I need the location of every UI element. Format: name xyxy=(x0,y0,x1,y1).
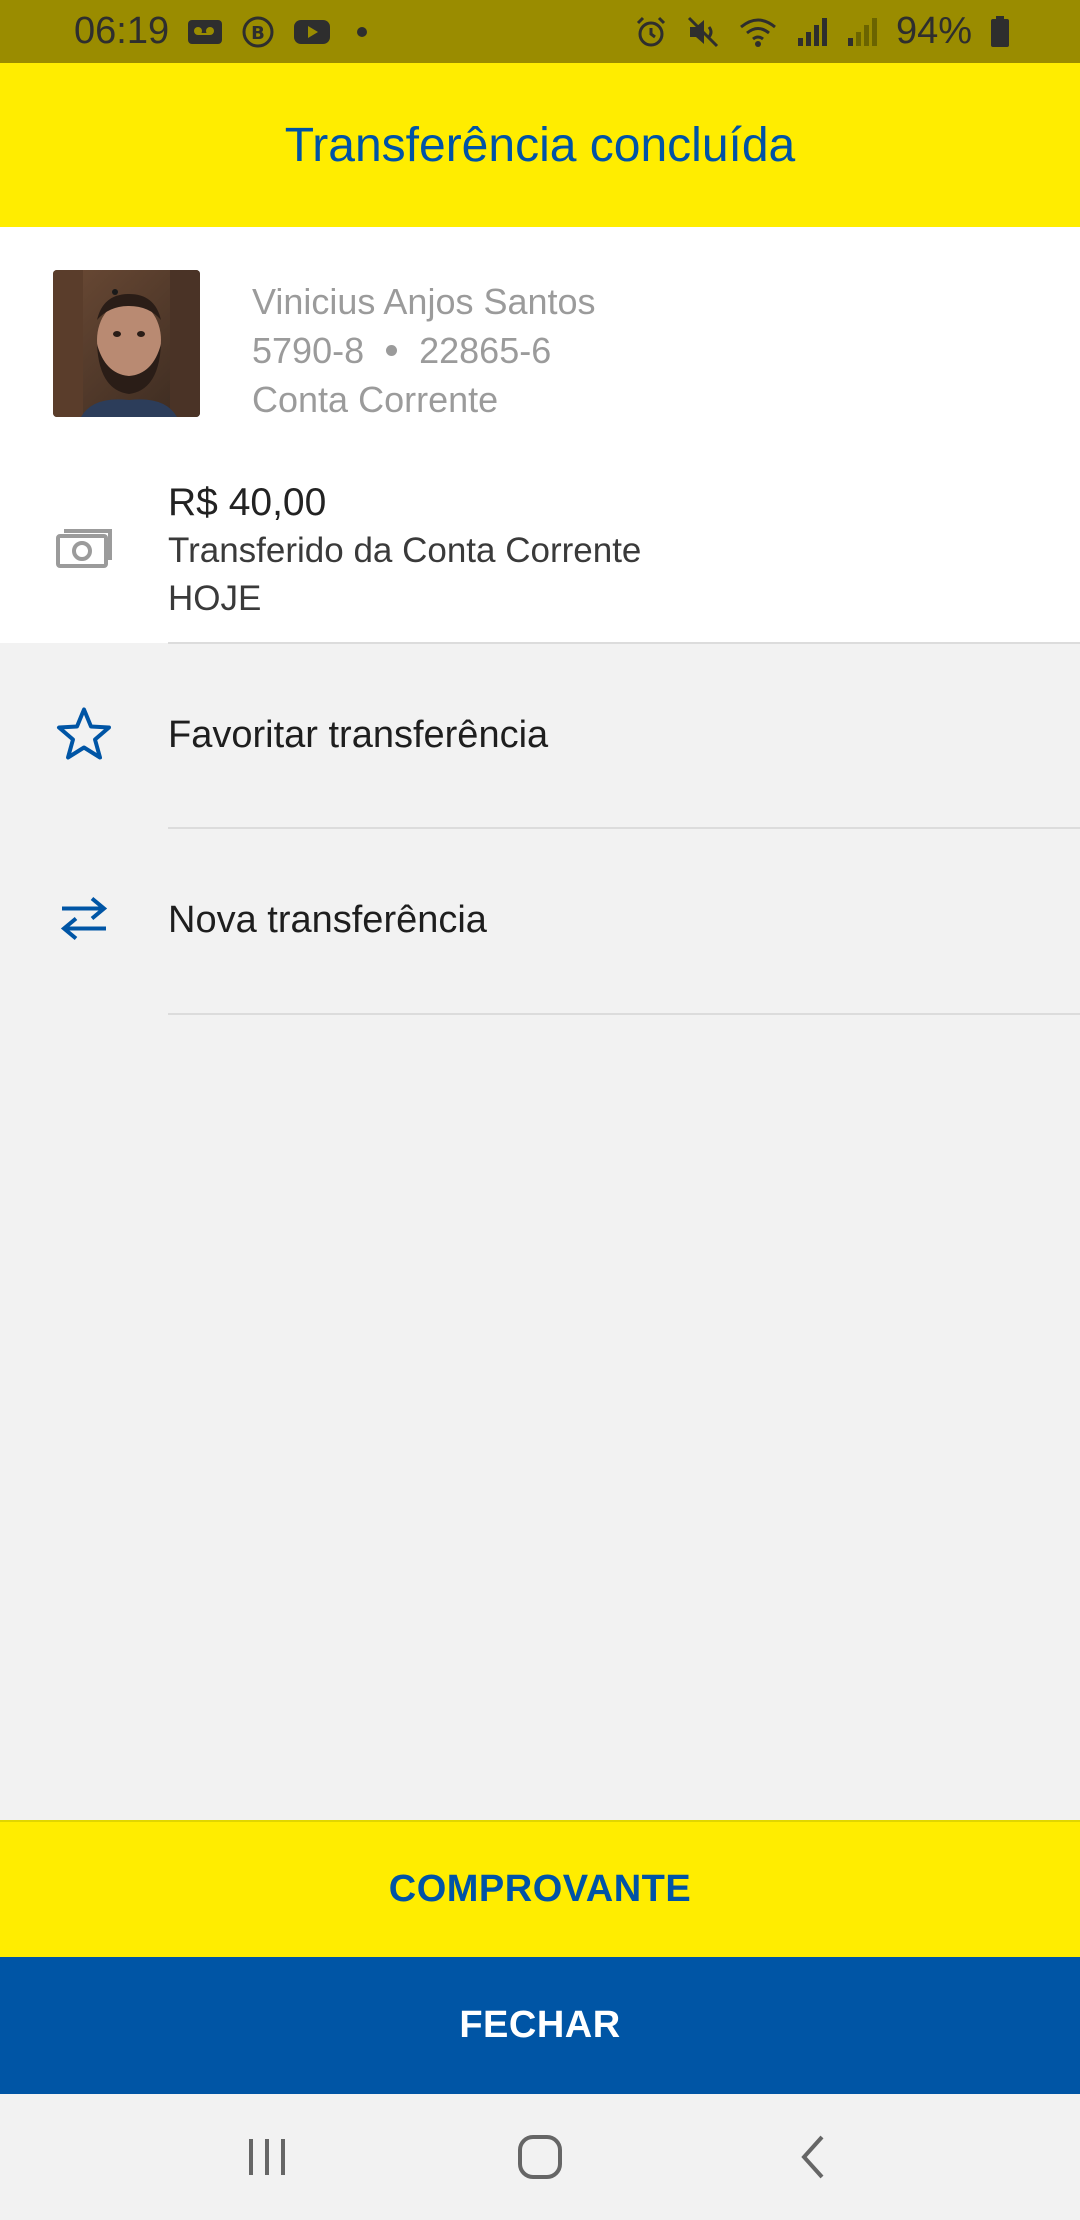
money-bill-icon xyxy=(56,528,112,573)
recipient-info: Vinicius Anjos Santos 5790-8 22865-6 Con… xyxy=(252,277,596,424)
home-icon xyxy=(517,2135,562,2179)
app-header: Transferência concluída xyxy=(0,63,1080,227)
voicemail-icon xyxy=(187,18,223,46)
notification-dot-icon xyxy=(357,26,368,37)
mute-icon xyxy=(686,15,720,49)
status-left: 06:19 B xyxy=(74,10,368,53)
status-bar: 06:19 B 94% xyxy=(0,0,1080,63)
new-transfer-label: Nova transferência xyxy=(168,899,487,941)
signal-icon xyxy=(796,16,828,48)
recipient-account-type: Conta Corrente xyxy=(252,379,499,420)
wifi-icon xyxy=(738,16,778,48)
transfer-amount: R$ 40,00 xyxy=(168,481,327,524)
battery-icon xyxy=(990,15,1010,48)
star-outline-icon xyxy=(56,705,112,766)
alarm-icon xyxy=(634,15,668,49)
recent-apps-icon xyxy=(248,2139,285,2175)
transfer-source: Transferido da Conta Corrente xyxy=(168,531,642,570)
recipient-name: Vinicius Anjos Santos xyxy=(252,281,596,322)
recipient-avatar xyxy=(53,270,200,417)
status-time: 06:19 xyxy=(74,10,170,52)
svg-text:B: B xyxy=(251,23,265,44)
page-title: Transferência concluída xyxy=(284,118,796,172)
b-badge-icon: B xyxy=(241,15,275,49)
transfer-summary-card: Vinicius Anjos Santos 5790-8 22865-6 Con… xyxy=(0,227,1080,643)
transfer-details: R$ 40,00 Transferido da Conta Corrente H… xyxy=(168,479,641,623)
divider xyxy=(168,1013,1080,1015)
new-transfer-item[interactable]: Nova transferência xyxy=(0,829,1080,1012)
status-right: 94% xyxy=(634,10,1010,53)
recipient-agency: 5790-8 xyxy=(252,330,365,371)
home-button[interactable] xyxy=(500,2117,580,2197)
recipient-account: 22865-6 xyxy=(419,330,552,371)
recent-apps-button[interactable] xyxy=(227,2117,307,2197)
back-icon xyxy=(801,2135,824,2179)
youtube-icon xyxy=(293,18,331,46)
separator-dot xyxy=(386,345,398,356)
recipient-account-row: 5790-8 22865-6 xyxy=(252,326,596,375)
favorite-transfer-item[interactable]: Favoritar transferência xyxy=(0,644,1080,827)
back-button[interactable] xyxy=(773,2117,853,2197)
battery-percent: 94% xyxy=(895,10,972,52)
swap-arrows-icon xyxy=(56,893,112,948)
transfer-date: HOJE xyxy=(168,579,262,618)
system-nav-bar xyxy=(0,2094,1080,2220)
signal-2-icon xyxy=(846,16,878,48)
receipt-button[interactable]: COMPROVANTE xyxy=(0,1820,1080,1957)
favorite-transfer-label: Favoritar transferência xyxy=(168,714,549,756)
close-button[interactable]: FECHAR xyxy=(0,1957,1080,2094)
